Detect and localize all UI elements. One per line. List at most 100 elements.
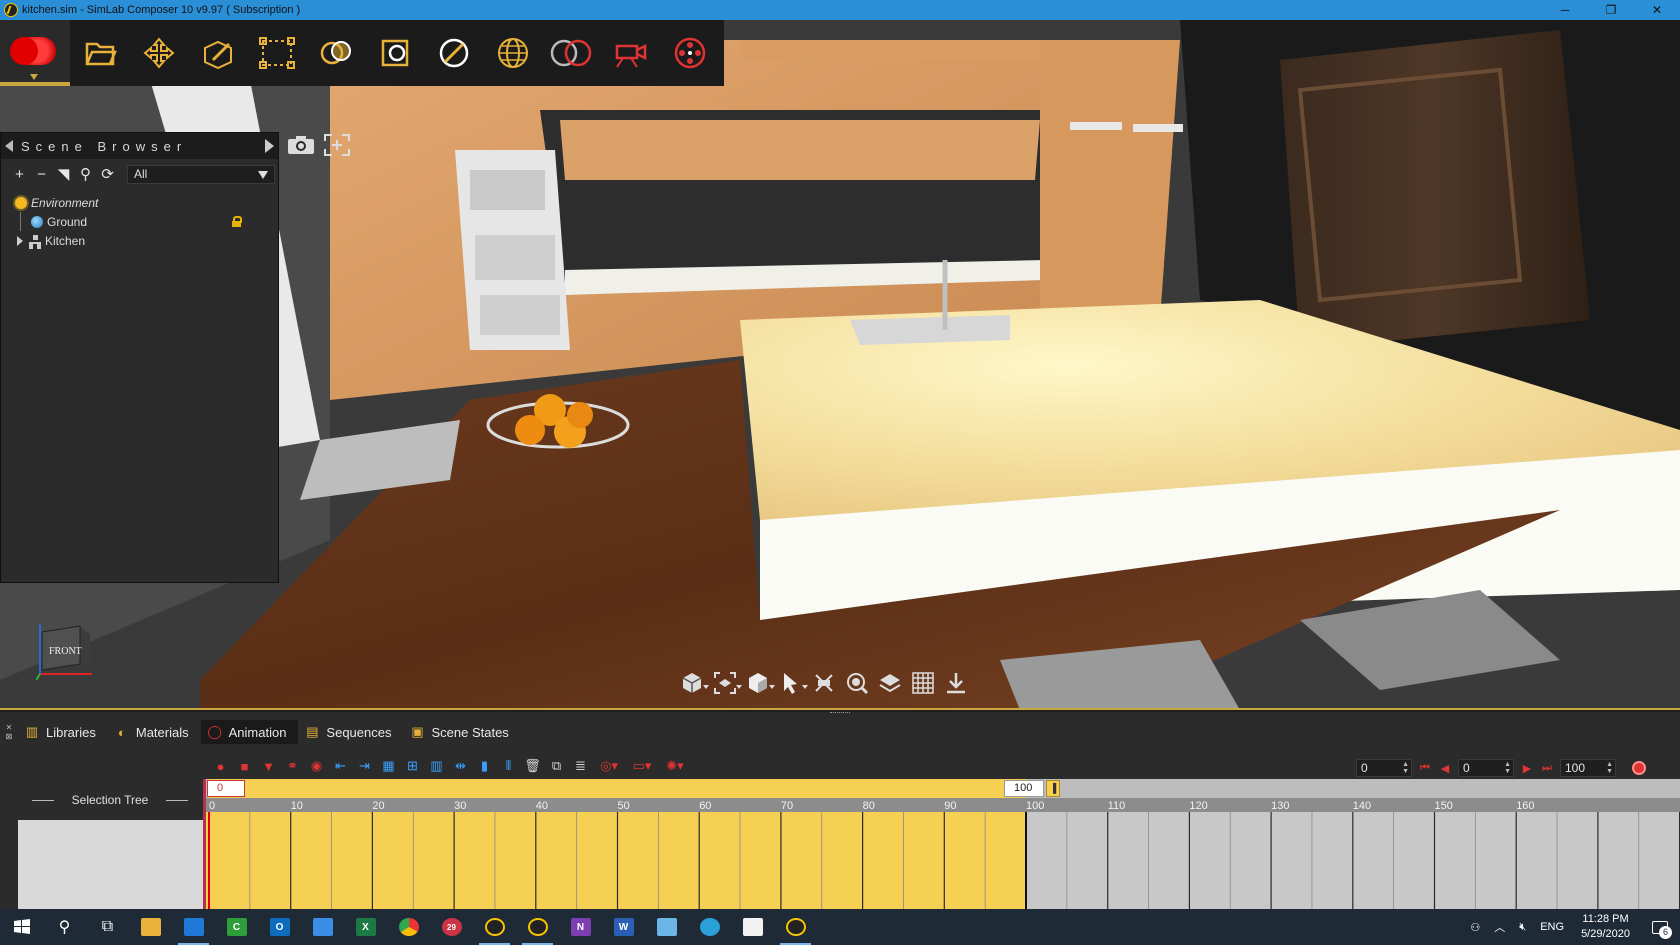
taskbar-app-chrome-badge[interactable]: 29 — [430, 909, 473, 945]
go-to-end-icon[interactable]: ⇥ — [354, 757, 375, 775]
selection-button[interactable] — [247, 20, 306, 86]
last-frame-icon[interactable]: ⏭ — [1540, 762, 1554, 775]
first-frame-icon[interactable]: ⏮ — [1418, 762, 1432, 775]
taskbar-app-outlook[interactable]: O — [258, 909, 301, 945]
range-start-field[interactable]: 0 — [207, 780, 245, 797]
tab-animation[interactable]: ◯ Animation — [200, 720, 299, 744]
refresh-icon[interactable]: ⟳ — [99, 166, 116, 183]
pan-tool-button[interactable] — [808, 667, 839, 699]
keyframe-down-icon[interactable]: ▼ — [258, 757, 279, 775]
film-reel-button[interactable] — [660, 20, 719, 86]
taskbar-app-chrome[interactable] — [387, 909, 430, 945]
no-entry-button[interactable] — [424, 20, 483, 86]
view-cube-button[interactable] — [676, 667, 709, 699]
layers-icon[interactable]: ≣ — [570, 757, 591, 775]
volume-muted-icon[interactable]: 🔇︎ — [1512, 921, 1533, 934]
collapse-left-icon[interactable] — [5, 140, 13, 152]
task-view-button[interactable]: ⧉ — [86, 909, 129, 945]
add-icon[interactable]: + — [11, 166, 28, 183]
panel-close-icon[interactable]: ✕ ⊠ — [0, 723, 18, 741]
tab-materials[interactable]: ◐ Materials — [108, 720, 201, 744]
notification-center-button[interactable]: 6 — [1640, 909, 1680, 945]
expand-arrow-icon[interactable] — [17, 235, 23, 246]
taskbar-app-explorer[interactable] — [129, 909, 172, 945]
camera-rig-button[interactable] — [601, 20, 660, 86]
play-range-bar[interactable]: 0 100 ▐ — [205, 779, 1680, 798]
camera-animation-icon[interactable]: ▭▾ — [627, 757, 657, 775]
expand-right-icon[interactable] — [265, 139, 274, 153]
paint-icon[interactable]: ◥ — [55, 166, 72, 183]
close-button[interactable]: ✕ — [1634, 0, 1680, 20]
keys-range-icon[interactable]: ⊞ — [402, 757, 423, 775]
range-end-field[interactable]: 100 — [1004, 780, 1044, 797]
taskbar-app-word[interactable]: W — [602, 909, 645, 945]
taskbar-app-green[interactable]: C — [215, 909, 258, 945]
camera-key-icon[interactable]: ⧉ — [546, 757, 567, 775]
animation-timeline[interactable]: 0 100 ▐ 0 10 20 30 40 50 60 70 80 90 100 110 120 130 1… — [205, 779, 1680, 909]
scene-filter-select[interactable]: All — [127, 164, 275, 184]
drop-to-ground-button[interactable] — [940, 667, 971, 699]
search-icon[interactable]: ⚲ — [77, 166, 94, 183]
input-language[interactable]: ENG — [1533, 921, 1571, 933]
remove-icon[interactable]: − — [33, 166, 50, 183]
keys-bars-icon[interactable]: ▥ — [426, 757, 447, 775]
render-button[interactable] — [542, 20, 601, 86]
add-keyframe-icon[interactable]: ● — [210, 757, 231, 775]
select-tool-button[interactable] — [775, 667, 808, 699]
fit-view-button[interactable] — [322, 133, 352, 157]
materials-button[interactable] — [306, 20, 365, 86]
key-columns-icon[interactable]: ⫴ — [498, 757, 519, 775]
eye-icon[interactable]: ◉ — [306, 757, 327, 775]
tree-item-environment[interactable]: Environment — [1, 193, 278, 212]
taskbar-app-monitor[interactable] — [172, 909, 215, 945]
frame-button[interactable] — [365, 20, 424, 86]
key-column-icon[interactable]: ▮ — [474, 757, 495, 775]
taskbar-search-button[interactable]: ⚲ — [43, 909, 86, 945]
chevron-up-icon[interactable]: ︿ — [1487, 919, 1512, 935]
current-time-stepper[interactable]: 0 ▲ ▼ — [1356, 759, 1412, 777]
play-icon[interactable]: ▶ — [1520, 762, 1534, 775]
taskbar-app-simlab-2[interactable] — [516, 909, 559, 945]
minimize-button[interactable]: ─ — [1542, 0, 1588, 20]
screenshot-button[interactable] — [286, 133, 316, 157]
delete-icon[interactable]: 🗑 — [522, 757, 543, 775]
link-icon[interactable]: ⚭ — [282, 757, 303, 775]
add-object-keyframe-icon[interactable]: ■ — [234, 757, 255, 775]
animation-tracks[interactable] — [205, 812, 1680, 909]
tab-libraries[interactable]: ▥ Libraries — [18, 720, 108, 744]
grid-toggle-button[interactable] — [907, 667, 938, 699]
environment-button[interactable] — [483, 20, 542, 86]
taskbar-app-support[interactable] — [688, 909, 731, 945]
panel-resize-grip[interactable] — [830, 712, 850, 714]
start-button[interactable] — [0, 909, 43, 945]
go-to-start-icon[interactable]: ⇤ — [330, 757, 351, 775]
record-animation-icon[interactable] — [1632, 761, 1646, 775]
tab-sequences[interactable]: ▤ Sequences — [298, 720, 403, 744]
taskbar-app-window[interactable] — [301, 909, 344, 945]
tab-scene-states[interactable]: ▣ Scene States — [403, 720, 520, 744]
selection-tree-area[interactable] — [18, 820, 205, 909]
range-end-handle[interactable]: ▐ — [1046, 780, 1060, 797]
open-file-button[interactable] — [70, 20, 129, 86]
shading-mode-button[interactable] — [742, 667, 775, 699]
navigation-cube[interactable]: FRONT — [35, 618, 96, 681]
stepper-arrows-icon[interactable]: ▲ ▼ — [1606, 761, 1613, 775]
taskbar-app-simlab-1[interactable] — [473, 909, 516, 945]
move-button[interactable] — [129, 20, 188, 86]
taskbar-app-simlab-3[interactable] — [774, 909, 817, 945]
taskbar-app-onenote[interactable]: N — [559, 909, 602, 945]
current-frame-stepper[interactable]: 0 ▲ ▼ — [1458, 759, 1514, 777]
split-key-icon[interactable]: ⇹ — [450, 757, 471, 775]
tree-item-kitchen[interactable]: Kitchen — [1, 231, 278, 250]
lock-icon[interactable] — [232, 216, 242, 227]
ground-plane-button[interactable] — [874, 667, 905, 699]
taskbar-app-notepad[interactable] — [645, 909, 688, 945]
tree-item-ground[interactable]: Ground — [1, 212, 278, 231]
keys-grid-icon[interactable]: ▦ — [378, 757, 399, 775]
edit-button[interactable] — [188, 20, 247, 86]
record-button[interactable] — [0, 20, 70, 86]
taskbar-app-excel[interactable]: X — [344, 909, 387, 945]
stepper-arrows-icon[interactable]: ▲ ▼ — [1402, 761, 1409, 775]
clock[interactable]: 11:28 PM 5/29/2020 — [1571, 912, 1640, 942]
taskbar-app-paint[interactable] — [731, 909, 774, 945]
